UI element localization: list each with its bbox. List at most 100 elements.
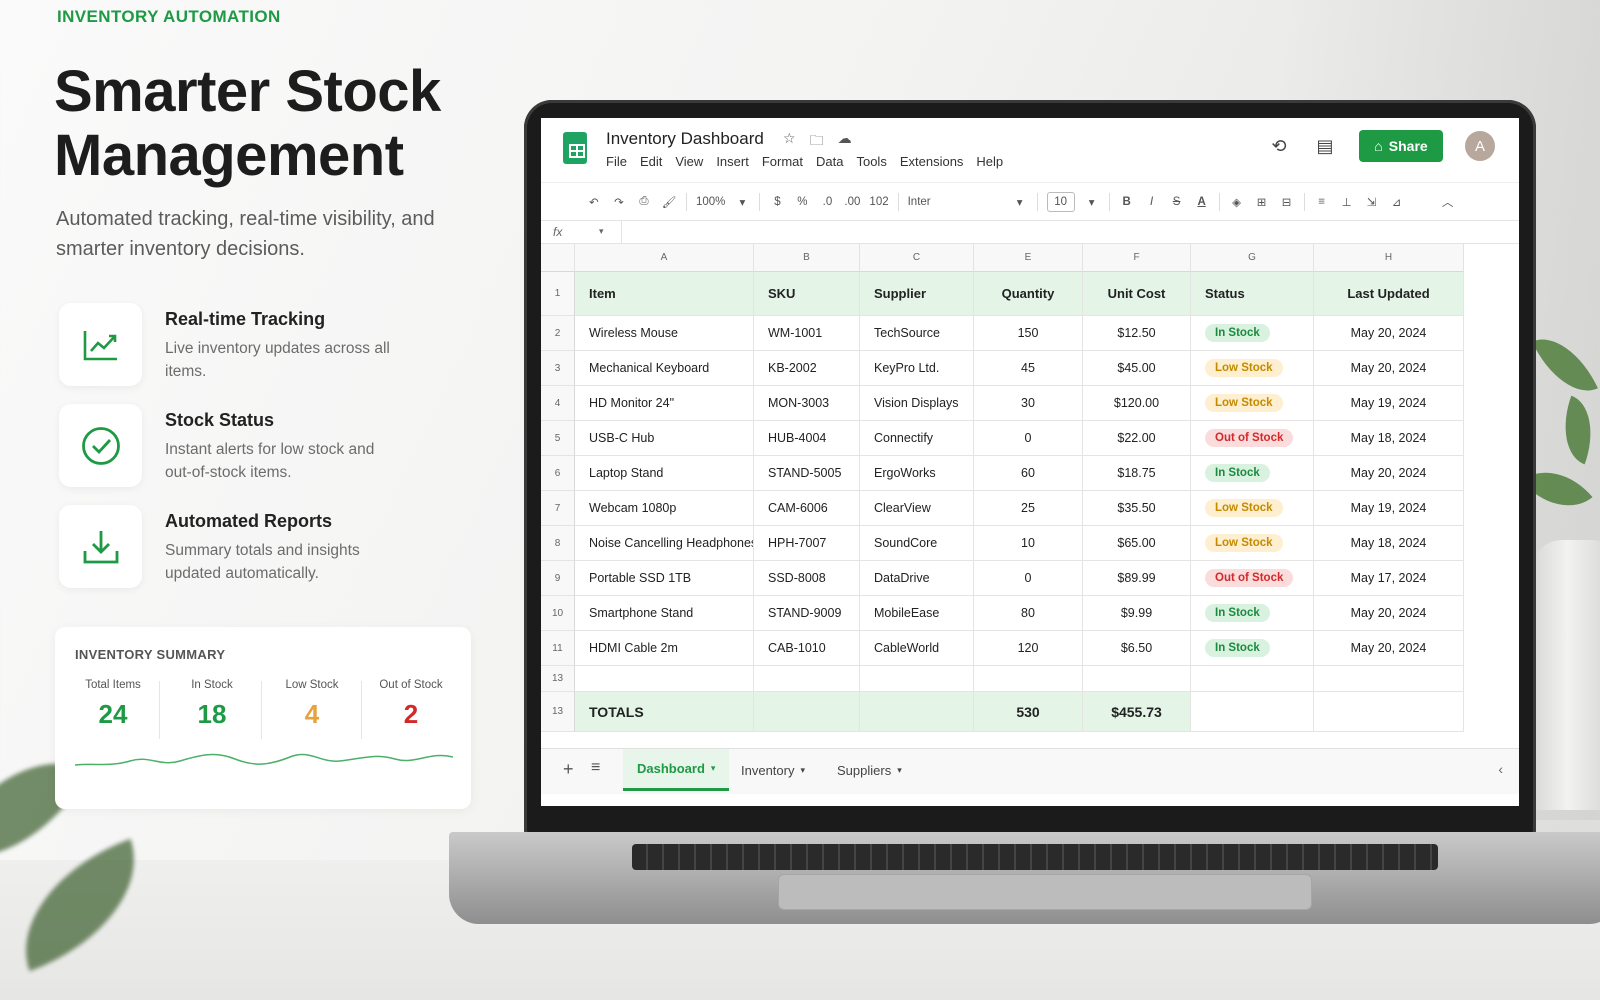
empty-cell[interactable]	[860, 666, 974, 692]
undo-icon[interactable]: ↶	[586, 195, 602, 209]
font-size-input[interactable]: 10	[1046, 191, 1075, 212]
fill-color-icon[interactable]: ◈	[1229, 195, 1245, 209]
row-header[interactable]: 6	[541, 456, 575, 491]
chevron-down-icon[interactable]: ▾	[599, 226, 604, 237]
table-cell-supplier[interactable]: DataDrive	[860, 561, 974, 596]
column-header-f[interactable]: F	[1083, 244, 1191, 272]
star-icon[interactable]: ☆	[783, 130, 796, 154]
table-cell-sku[interactable]: MON-3003	[754, 386, 860, 421]
zoom-select[interactable]: 100%	[696, 196, 725, 208]
table-cell-sku[interactable]: STAND-5005	[754, 456, 860, 491]
table-cell-item[interactable]: Portable SSD 1TB	[575, 561, 754, 596]
bold-button[interactable]: B	[1119, 196, 1135, 208]
table-cell-supplier[interactable]: CableWorld	[860, 631, 974, 666]
table-cell-updated[interactable]: May 20, 2024	[1314, 316, 1464, 351]
row-header[interactable]: 1	[541, 272, 575, 316]
table-cell-updated[interactable]: May 20, 2024	[1314, 351, 1464, 386]
table-cell-status[interactable]: In Stock	[1191, 456, 1314, 491]
table-cell-item[interactable]: Mechanical Keyboard	[575, 351, 754, 386]
totals-cell[interactable]	[1314, 692, 1464, 732]
row-header[interactable]: 10	[541, 596, 575, 631]
table-cell-supplier[interactable]: MobileEase	[860, 596, 974, 631]
column-header-g[interactable]: G	[1191, 244, 1314, 272]
row-header[interactable]: 7	[541, 491, 575, 526]
collapse-toolbar-icon[interactable]: ︿	[1440, 194, 1456, 210]
menu-view[interactable]: View	[675, 154, 703, 169]
header-cell[interactable]: SKU	[754, 272, 860, 316]
header-cell[interactable]: Supplier	[860, 272, 974, 316]
table-cell-sku[interactable]: WM-1001	[754, 316, 860, 351]
table-cell-updated[interactable]: May 20, 2024	[1314, 596, 1464, 631]
horizontal-align-icon[interactable]: ≡	[1314, 196, 1330, 208]
empty-cell[interactable]	[575, 666, 754, 692]
table-cell-qty[interactable]: 0	[974, 561, 1083, 596]
comments-icon[interactable]: ▤	[1313, 134, 1337, 158]
column-header-h[interactable]: H	[1314, 244, 1464, 272]
menu-tools[interactable]: Tools	[856, 154, 886, 169]
table-cell-item[interactable]: Webcam 1080p	[575, 491, 754, 526]
percent-format-button[interactable]: %	[794, 196, 810, 208]
table-cell-cost[interactable]: $35.50	[1083, 491, 1191, 526]
table-cell-cost[interactable]: $22.00	[1083, 421, 1191, 456]
table-cell-cost[interactable]: $18.75	[1083, 456, 1191, 491]
header-cell[interactable]: Item	[575, 272, 754, 316]
table-cell-status[interactable]: In Stock	[1191, 596, 1314, 631]
table-cell-item[interactable]: Smartphone Stand	[575, 596, 754, 631]
document-title[interactable]: Inventory Dashboard	[606, 129, 764, 149]
text-color-button[interactable]: A	[1194, 196, 1210, 208]
header-cell[interactable]: Quantity	[974, 272, 1083, 316]
column-header-b[interactable]: B	[754, 244, 860, 272]
row-header[interactable]: 3	[541, 351, 575, 386]
row-header[interactable]: 13	[541, 666, 575, 692]
table-cell-status[interactable]: Low Stock	[1191, 351, 1314, 386]
select-all-corner[interactable]	[541, 244, 575, 272]
table-cell-supplier[interactable]: Connectify	[860, 421, 974, 456]
table-cell-qty[interactable]: 30	[974, 386, 1083, 421]
column-header-e[interactable]: E	[974, 244, 1083, 272]
row-header[interactable]: 2	[541, 316, 575, 351]
table-cell-updated[interactable]: May 20, 2024	[1314, 631, 1464, 666]
move-folder-icon[interactable]: 🗀	[810, 130, 824, 154]
tab-inventory[interactable]: Inventory ▾	[727, 749, 819, 791]
table-cell-sku[interactable]: CAB-1010	[754, 631, 860, 666]
menu-format[interactable]: Format	[762, 154, 803, 169]
formula-bar[interactable]: fx ▾	[541, 220, 1519, 245]
add-sheet-icon[interactable]: +	[563, 759, 574, 780]
table-cell-cost[interactable]: $65.00	[1083, 526, 1191, 561]
table-cell-sku[interactable]: CAM-6006	[754, 491, 860, 526]
tab-suppliers[interactable]: Suppliers ▾	[823, 749, 916, 791]
merge-cells-icon[interactable]: ⊟	[1279, 195, 1295, 209]
table-cell-status[interactable]: In Stock	[1191, 631, 1314, 666]
table-cell-status[interactable]: Low Stock	[1191, 491, 1314, 526]
table-cell-updated[interactable]: May 18, 2024	[1314, 526, 1464, 561]
table-cell-supplier[interactable]: ClearView	[860, 491, 974, 526]
row-header[interactable]: 11	[541, 631, 575, 666]
all-sheets-icon[interactable]: ≡	[591, 759, 600, 777]
table-cell-cost[interactable]: $89.99	[1083, 561, 1191, 596]
row-header[interactable]: 9	[541, 561, 575, 596]
table-cell-updated[interactable]: May 19, 2024	[1314, 491, 1464, 526]
table-cell-cost[interactable]: $12.50	[1083, 316, 1191, 351]
table-cell-status[interactable]: Out of Stock	[1191, 561, 1314, 596]
totals-cell[interactable]: $455.73	[1083, 692, 1191, 732]
print-icon[interactable]: ⎙	[636, 195, 652, 208]
row-header[interactable]: 4	[541, 386, 575, 421]
table-cell-item[interactable]: USB-C Hub	[575, 421, 754, 456]
menu-data[interactable]: Data	[816, 154, 843, 169]
table-cell-supplier[interactable]: SoundCore	[860, 526, 974, 561]
table-cell-qty[interactable]: 150	[974, 316, 1083, 351]
empty-cell[interactable]	[1191, 666, 1314, 692]
vertical-align-icon[interactable]: ⊥	[1339, 195, 1355, 209]
increase-decimal-button[interactable]: .00	[844, 196, 860, 208]
empty-cell[interactable]	[1083, 666, 1191, 692]
empty-cell[interactable]	[754, 666, 860, 692]
table-cell-item[interactable]: HDMI Cable 2m	[575, 631, 754, 666]
column-header-c[interactable]: C	[860, 244, 974, 272]
totals-cell[interactable]	[860, 692, 974, 732]
table-cell-item[interactable]: Wireless Mouse	[575, 316, 754, 351]
redo-icon[interactable]: ↷	[611, 195, 627, 209]
menu-insert[interactable]: Insert	[716, 154, 749, 169]
table-cell-cost[interactable]: $9.99	[1083, 596, 1191, 631]
table-cell-qty[interactable]: 10	[974, 526, 1083, 561]
totals-cell[interactable]	[754, 692, 860, 732]
